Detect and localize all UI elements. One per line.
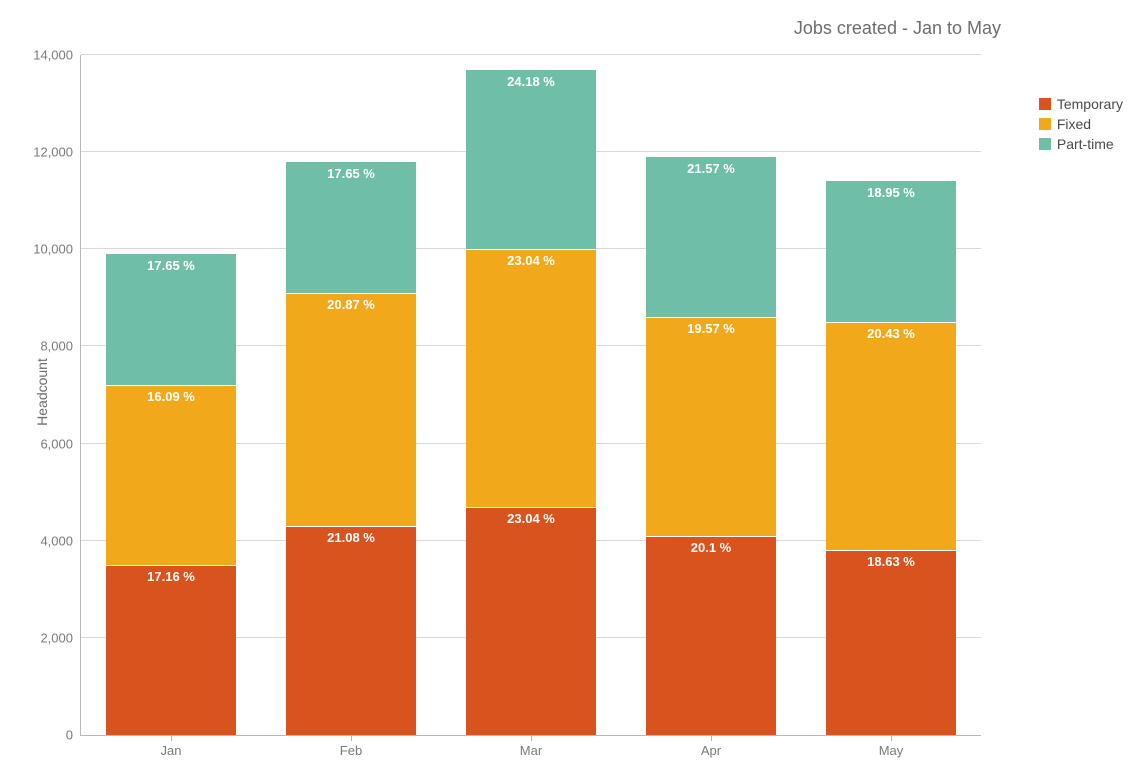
legend-label: Part-time xyxy=(1057,134,1114,154)
data-label: 17.65 % xyxy=(286,166,416,181)
bar-segment[interactable]: 21.57 % xyxy=(646,157,776,317)
bar-segment[interactable]: 19.57 % xyxy=(646,317,776,536)
bar-group: 23.04 % 23.04 % 24.18 % xyxy=(466,70,596,735)
legend-item[interactable]: Fixed xyxy=(1039,114,1123,134)
bar-segment[interactable]: 18.63 % xyxy=(826,550,956,735)
data-label: 21.08 % xyxy=(286,530,416,545)
x-tick-label: Mar xyxy=(520,735,542,758)
bar-segment[interactable]: 24.18 % xyxy=(466,70,596,250)
bar-segment[interactable]: 23.04 % xyxy=(466,507,596,735)
bar-segment[interactable]: 17.65 % xyxy=(286,162,416,293)
bar-segment[interactable]: 23.04 % xyxy=(466,249,596,506)
legend-swatch xyxy=(1039,98,1051,110)
legend-swatch xyxy=(1039,138,1051,150)
y-tick-label: 10,000 xyxy=(33,242,81,257)
legend-label: Fixed xyxy=(1057,114,1091,134)
data-label: 24.18 % xyxy=(466,74,596,89)
bar-segment[interactable]: 16.09 % xyxy=(106,385,236,565)
data-label: 23.04 % xyxy=(466,511,596,526)
bar-group: 20.1 % 19.57 % 21.57 % xyxy=(646,157,776,735)
stacked-bar-chart: Jobs created - Jan to May TemporaryFixed… xyxy=(0,0,1141,784)
bar-segment[interactable]: 17.65 % xyxy=(106,254,236,385)
x-tick-label: May xyxy=(879,735,904,758)
legend-swatch xyxy=(1039,118,1051,130)
legend-item[interactable]: Part-time xyxy=(1039,134,1123,154)
y-tick-label: 2,000 xyxy=(40,630,81,645)
data-label: 16.09 % xyxy=(106,389,236,404)
bar-segment[interactable]: 18.95 % xyxy=(826,181,956,322)
bar-group: 17.16 % 16.09 % 17.65 % xyxy=(106,254,236,735)
y-axis-title: Headcount xyxy=(34,358,50,426)
data-label: 20.43 % xyxy=(826,326,956,341)
data-label: 21.57 % xyxy=(646,161,776,176)
plot-area: 02,0004,0006,0008,00010,00012,00014,000J… xyxy=(80,55,981,736)
y-tick-label: 14,000 xyxy=(33,48,81,63)
y-tick-label: 8,000 xyxy=(40,339,81,354)
data-label: 17.65 % xyxy=(106,258,236,273)
y-tick-label: 0 xyxy=(66,728,81,743)
data-label: 20.1 % xyxy=(646,540,776,555)
gridline xyxy=(81,54,981,55)
legend-item[interactable]: Temporary xyxy=(1039,94,1123,114)
bar-segment[interactable]: 20.43 % xyxy=(826,322,956,550)
data-label: 20.87 % xyxy=(286,297,416,312)
data-label: 17.16 % xyxy=(106,569,236,584)
legend-label: Temporary xyxy=(1057,94,1123,114)
x-tick-label: Apr xyxy=(701,735,721,758)
y-tick-label: 12,000 xyxy=(33,145,81,160)
bar-segment[interactable]: 21.08 % xyxy=(286,526,416,735)
bar-segment[interactable]: 17.16 % xyxy=(106,565,236,735)
data-label: 18.95 % xyxy=(826,185,956,200)
legend: TemporaryFixedPart-time xyxy=(1039,94,1123,154)
data-label: 23.04 % xyxy=(466,253,596,268)
y-tick-label: 6,000 xyxy=(40,436,81,451)
x-tick-label: Jan xyxy=(161,735,182,758)
bar-segment[interactable]: 20.87 % xyxy=(286,293,416,526)
y-tick-label: 4,000 xyxy=(40,533,81,548)
data-label: 18.63 % xyxy=(826,554,956,569)
bar-segment[interactable]: 20.1 % xyxy=(646,536,776,735)
data-label: 19.57 % xyxy=(646,321,776,336)
x-tick-label: Feb xyxy=(340,735,362,758)
bar-group: 18.63 % 20.43 % 18.95 % xyxy=(826,181,956,735)
chart-title: Jobs created - Jan to May xyxy=(0,18,1001,39)
bar-group: 21.08 % 20.87 % 17.65 % xyxy=(286,162,416,735)
